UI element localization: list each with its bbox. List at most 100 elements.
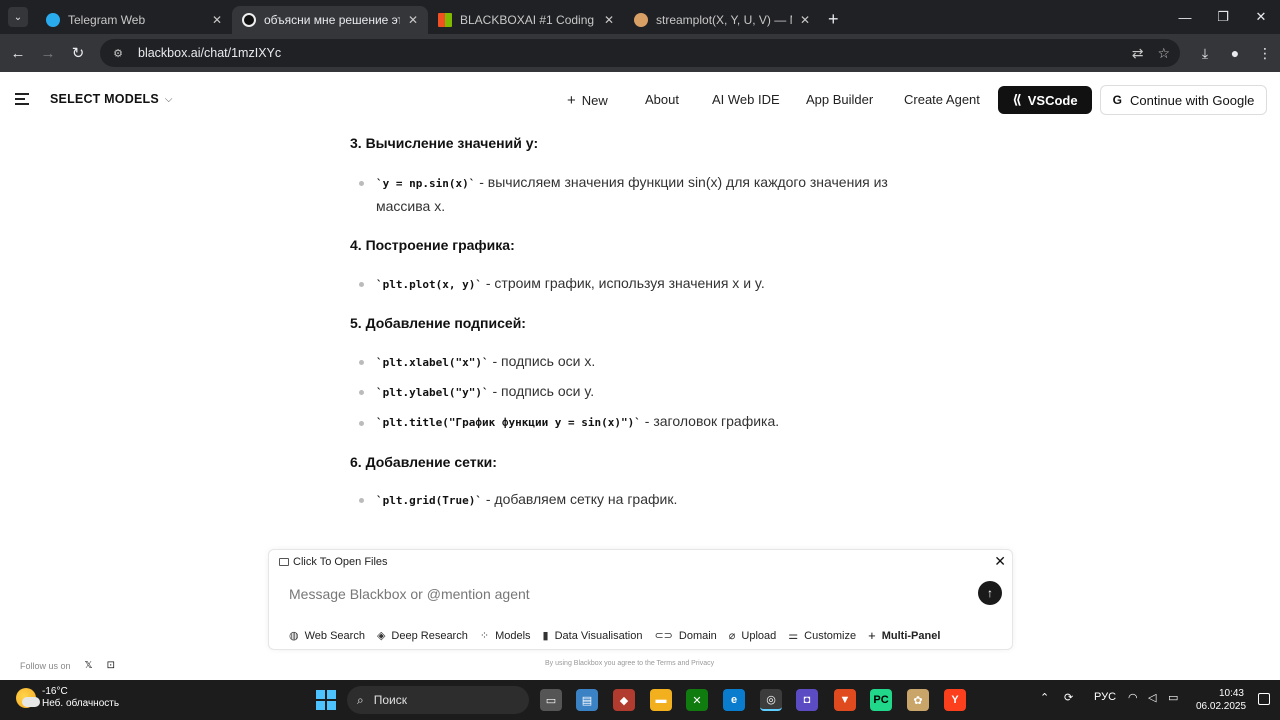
- x-icon[interactable]: 𝕏: [85, 660, 93, 671]
- close-icon[interactable]: ✕: [994, 553, 1006, 570]
- new-tab-icon[interactable]: +: [828, 9, 839, 30]
- pycharm-icon[interactable]: PC: [870, 689, 892, 711]
- clock[interactable]: 10:43 06.02.2025: [1196, 687, 1246, 713]
- chrome-icon[interactable]: ◎: [760, 689, 782, 711]
- customize-button[interactable]: ⚌ Customize: [788, 628, 856, 643]
- google-icon: G: [1112, 93, 1123, 107]
- select-models-dropdown[interactable]: SELECT MODELS ⌵: [50, 92, 173, 106]
- volume-icon[interactable]: ◁: [1148, 691, 1156, 704]
- app-icon[interactable]: ◆: [613, 689, 635, 711]
- weather-icon: [16, 688, 40, 708]
- bullet-dot: [359, 390, 364, 395]
- url-text[interactable]: blackbox.ai/chat/1mzIXYc: [138, 46, 1118, 60]
- restore-icon[interactable]: ❐: [1204, 0, 1242, 34]
- list-item: `y = np.sin(x)` - вычисляем значения фун…: [376, 171, 906, 218]
- section-heading: 6. Добавление сетки:: [350, 454, 497, 470]
- vscode-button[interactable]: ⟪ VSCode: [998, 86, 1092, 114]
- xbox-icon[interactable]: ✕: [686, 689, 708, 711]
- edge-icon[interactable]: e: [723, 689, 745, 711]
- blackbox-icon: [242, 13, 256, 27]
- continue-with-google-button[interactable]: G Continue with Google: [1100, 85, 1267, 115]
- chevron-down-icon: ⌵: [164, 93, 173, 105]
- app-icon[interactable]: ◘: [796, 689, 818, 711]
- tool-label: Deep Research: [391, 629, 468, 642]
- taskbar-search[interactable]: ⌕ Поиск: [347, 686, 529, 714]
- search-label: Поиск: [373, 693, 407, 707]
- weather-status: Неб. облачность: [42, 698, 120, 709]
- close-window-icon[interactable]: ✕: [1242, 0, 1280, 34]
- app-icon[interactable]: ✿: [907, 689, 929, 711]
- vscode-label: VSCode: [1027, 92, 1078, 108]
- minimize-icon[interactable]: —: [1166, 0, 1204, 34]
- search-icon: ⌕: [357, 692, 364, 707]
- domain-button[interactable]: ⊂⊃ Domain: [654, 628, 716, 643]
- sidebar-toggle-icon[interactable]: [15, 93, 29, 108]
- weather-widget[interactable]: -16°C Неб. облачность: [16, 686, 119, 710]
- close-icon[interactable]: ✕: [800, 13, 810, 27]
- download-icon[interactable]: ⤓: [1190, 45, 1220, 62]
- multi-panel-button[interactable]: + Multi-Panel: [868, 628, 940, 643]
- send-button[interactable]: ↑: [978, 581, 1002, 605]
- time: 10:43: [1218, 688, 1244, 699]
- notification-icon[interactable]: [1258, 693, 1270, 705]
- tool-label: Web Search: [304, 629, 365, 642]
- language-indicator[interactable]: РУС: [1094, 691, 1116, 703]
- tab-blackbox-agent[interactable]: BLACKBOXAI #1 Coding Agent ✕: [428, 6, 624, 34]
- ai-web-ide-link[interactable]: AI Web IDE: [712, 92, 780, 107]
- models-button[interactable]: ⁘ Models: [480, 628, 531, 643]
- tray-chevron-icon[interactable]: ⌃: [1040, 691, 1049, 704]
- windows-start-icon[interactable]: [316, 690, 336, 710]
- widgets-icon[interactable]: ▤: [576, 689, 598, 711]
- tab-title: Telegram Web: [68, 13, 146, 27]
- upload-button[interactable]: ⌀ Upload: [729, 628, 776, 643]
- follow-label: Follow us on: [20, 660, 71, 671]
- brave-icon[interactable]: ▼: [834, 689, 856, 711]
- bookmark-star-icon[interactable]: ☆: [1157, 45, 1170, 62]
- wifi-icon[interactable]: ◠: [1128, 691, 1138, 704]
- yandex-icon[interactable]: Y: [944, 689, 966, 711]
- section-heading: 4. Построение графика:: [350, 237, 515, 253]
- open-files-button[interactable]: Click To Open Files: [279, 556, 388, 568]
- deep-research-button[interactable]: ◈ Deep Research: [377, 628, 468, 643]
- create-agent-link[interactable]: Create Agent: [904, 92, 980, 107]
- tab-telegram[interactable]: Telegram Web ✕: [36, 6, 232, 34]
- translate-icon[interactable]: ⇄: [1132, 45, 1144, 62]
- tab-matplotlib[interactable]: streamplot(X, Y, U, V) — Matplo ✕: [624, 6, 820, 34]
- tab-search-chevron-icon[interactable]: ⌄: [8, 7, 28, 27]
- back-icon[interactable]: ←: [3, 38, 33, 68]
- about-link[interactable]: About: [645, 92, 679, 107]
- app-builder-link[interactable]: App Builder: [806, 92, 873, 107]
- close-icon[interactable]: ✕: [212, 13, 222, 27]
- inline-code: `plt.ylabel("y")`: [376, 386, 489, 399]
- close-icon[interactable]: ✕: [604, 13, 614, 27]
- forward-icon[interactable]: →: [33, 38, 63, 68]
- layers-icon: ◈: [376, 630, 386, 642]
- window-controls: — ❐ ✕: [1166, 0, 1280, 34]
- battery-icon[interactable]: ▭: [1168, 691, 1178, 704]
- web-search-button[interactable]: ◍ Web Search: [289, 628, 365, 643]
- site-info-icon[interactable]: ⚙: [110, 45, 126, 61]
- data-visualisation-button[interactable]: ▮ Data Visualisation: [543, 628, 643, 643]
- tab-blackbox-chat[interactable]: объясни мне решение этой за ✕: [232, 6, 428, 34]
- bar-chart-icon: ▮: [542, 630, 549, 642]
- paperclip-icon: ⌀: [728, 630, 736, 642]
- google-label: Continue with Google: [1130, 92, 1255, 108]
- bullet-dot: [359, 421, 364, 426]
- omnibox[interactable]: ⚙ blackbox.ai/chat/1mzIXYc ⇄ ☆: [100, 39, 1180, 67]
- message-input[interactable]: [289, 586, 969, 602]
- new-chat-button[interactable]: + New: [567, 92, 608, 109]
- terms-text[interactable]: By using Blackbox you agree to the Terms…: [545, 660, 714, 667]
- bullet-dot: [359, 498, 364, 503]
- select-models-label: SELECT MODELS: [50, 92, 159, 106]
- reload-icon[interactable]: ↻: [63, 38, 93, 68]
- close-icon[interactable]: ✕: [408, 13, 418, 27]
- profile-icon[interactable]: ●: [1220, 45, 1250, 61]
- arrow-up-icon: ↑: [987, 586, 993, 600]
- task-view-icon[interactable]: ▭: [540, 689, 562, 711]
- file-explorer-icon[interactable]: ▬: [650, 689, 672, 711]
- menu-kebab-icon[interactable]: ⋮: [1250, 45, 1280, 62]
- sync-icon[interactable]: ⟳: [1064, 691, 1073, 704]
- list-item-text: - подпись оси x.: [488, 353, 596, 369]
- discord-icon[interactable]: ⊡: [107, 660, 115, 671]
- list-item: `plt.grid(True)` - добавляем сетку на гр…: [376, 488, 916, 512]
